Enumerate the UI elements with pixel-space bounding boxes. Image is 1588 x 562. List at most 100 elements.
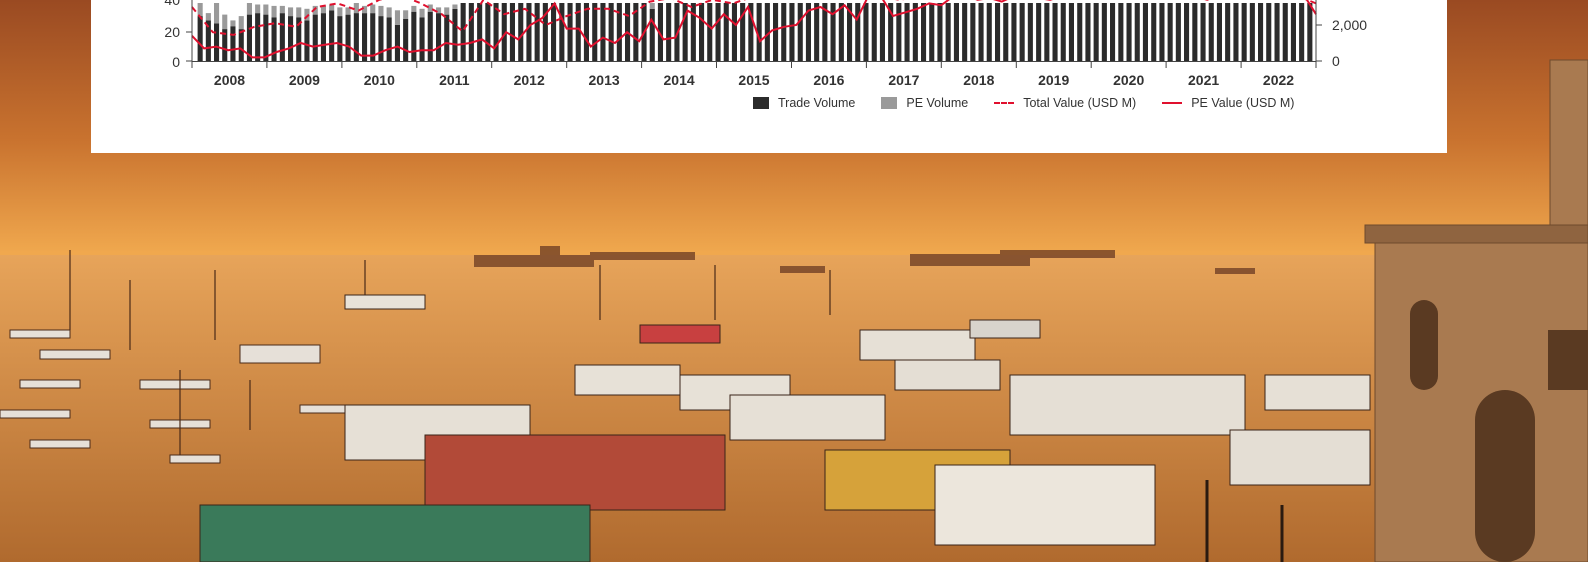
x-tick-label: 2017 <box>888 72 919 88</box>
left-tick-label: 0 <box>172 54 180 70</box>
trade-volume-bar <box>1118 3 1124 61</box>
trade-volume-bar <box>608 3 614 61</box>
total-value-line-swatch <box>994 102 1015 104</box>
trade-volume-bar <box>452 8 458 62</box>
trade-volume-bar <box>1077 3 1083 61</box>
trade-volume-bar <box>896 3 902 61</box>
trade-volume-bar <box>1290 3 1296 61</box>
pe-volume-bar <box>197 3 203 17</box>
trade-volume-bar <box>838 3 844 61</box>
pe-volume-bar <box>419 8 425 18</box>
trade-volume-bar <box>1241 3 1247 61</box>
trade-volume-bar <box>534 3 540 61</box>
legend-label: PE Volume <box>906 96 969 110</box>
x-tick-label: 2015 <box>738 72 769 88</box>
pe-volume-bar <box>337 7 343 17</box>
pe-volume-bar <box>230 20 236 27</box>
trade-volume-bar <box>1184 3 1190 61</box>
trade-volume-bar <box>929 3 935 61</box>
trade-volume-bar <box>1110 3 1116 61</box>
trade-volume-bar <box>329 10 335 62</box>
trade-volume-bar <box>345 14 351 62</box>
trade-volume-bar <box>1003 3 1009 61</box>
trade-volume-bar <box>1011 3 1017 61</box>
x-tick-label: 2019 <box>1038 72 1069 88</box>
trade-volume-bar <box>699 3 705 61</box>
trade-volume-bar <box>1052 3 1058 61</box>
trade-volume-bar <box>493 3 499 61</box>
trade-volume-bar <box>468 3 474 61</box>
pe-volume-bar <box>246 3 252 15</box>
trade-volume-bar <box>1307 3 1313 61</box>
trade-volume-bar <box>978 3 984 61</box>
trade-volume-bar <box>945 3 951 61</box>
pe-volume-bar <box>255 4 261 14</box>
trade-volume-bar <box>707 3 713 61</box>
trade-volume-bar <box>1151 3 1157 61</box>
right-tick-label: 0 <box>1332 53 1340 69</box>
trade-volume-bar <box>666 3 672 61</box>
trade-volume-bar <box>789 3 795 61</box>
pe-volume-bar <box>394 10 400 25</box>
pe-volume-bar <box>353 3 359 14</box>
trade-volume-bar <box>1274 3 1280 61</box>
trade-volume-bar <box>1266 3 1272 61</box>
x-tick-label: 2013 <box>589 72 620 88</box>
trade-volume-bar <box>411 11 417 61</box>
pe-volume-bar <box>386 7 392 18</box>
x-tick-label: 2016 <box>813 72 844 88</box>
trade-volume-bar <box>1134 3 1140 61</box>
x-tick-label: 2010 <box>364 72 395 88</box>
trade-volume-bar <box>1200 3 1206 61</box>
trade-volume-bar <box>690 3 696 61</box>
pe-volume-bar <box>378 5 384 17</box>
trade-volume-bar <box>370 13 376 62</box>
trade-volume-bar <box>1101 3 1107 61</box>
x-tick-label: 2018 <box>963 72 994 88</box>
trade-volume-bar <box>238 29 244 61</box>
trade-volume-bar <box>1225 3 1231 61</box>
trade-volume-bar <box>394 24 400 62</box>
pe-volume-bar <box>370 4 376 14</box>
trade-volume-bar <box>1085 3 1091 61</box>
pe-volume-bar <box>205 13 211 21</box>
x-tick-label: 2014 <box>664 72 695 88</box>
trade-volume-bar <box>1208 3 1214 61</box>
trade-volume-bar <box>214 23 220 61</box>
trade-volume-bar <box>559 3 565 61</box>
trade-volume-bar <box>863 3 869 61</box>
pe-volume-bar <box>427 4 433 12</box>
trade-volume-bar <box>1126 3 1132 61</box>
trade-volume-bar <box>1044 3 1050 61</box>
trade-volume-bar <box>460 3 466 61</box>
trade-volume-bar <box>1027 3 1033 61</box>
right-tick-label: 2,000 <box>1332 17 1367 33</box>
pe-volume-bar <box>444 7 450 15</box>
trade-volume-bar <box>715 3 721 61</box>
pe-volume-bar <box>214 3 220 24</box>
trade-volume-bar <box>477 3 483 61</box>
legend-item-total-value: Total Value (USD M) <box>994 96 1136 110</box>
chart-area: 2008 2009 2010 2011 2012 2013 2014 2015 2016 2017… <box>164 0 1367 88</box>
trade-volume-bar <box>962 3 968 61</box>
trade-volume-bar <box>995 3 1001 61</box>
left-tick-label: 40 <box>164 0 180 8</box>
trade-volume-bar <box>970 3 976 61</box>
trade-volume-bar <box>1019 3 1025 61</box>
trade-volume-bar <box>1036 3 1042 61</box>
pe-volume-bar <box>222 14 228 30</box>
trade-volume-bar <box>230 26 236 61</box>
bar-group <box>197 3 1313 62</box>
pe-volume-swatch <box>881 97 898 109</box>
pe-volume-bar <box>411 5 417 12</box>
trade-volume-bar <box>1233 3 1239 61</box>
trade-volume-bar <box>1159 3 1165 61</box>
pe-volume-bar <box>279 5 285 14</box>
x-tick-label: 2012 <box>514 72 545 88</box>
trade-volume-bar <box>567 3 573 61</box>
trade-volume-bar <box>419 17 425 61</box>
pe-volume-bar <box>288 7 294 17</box>
pe-volume-bar <box>271 5 277 18</box>
trade-volume-bar <box>444 14 450 62</box>
trade-volume-bar <box>797 3 803 61</box>
